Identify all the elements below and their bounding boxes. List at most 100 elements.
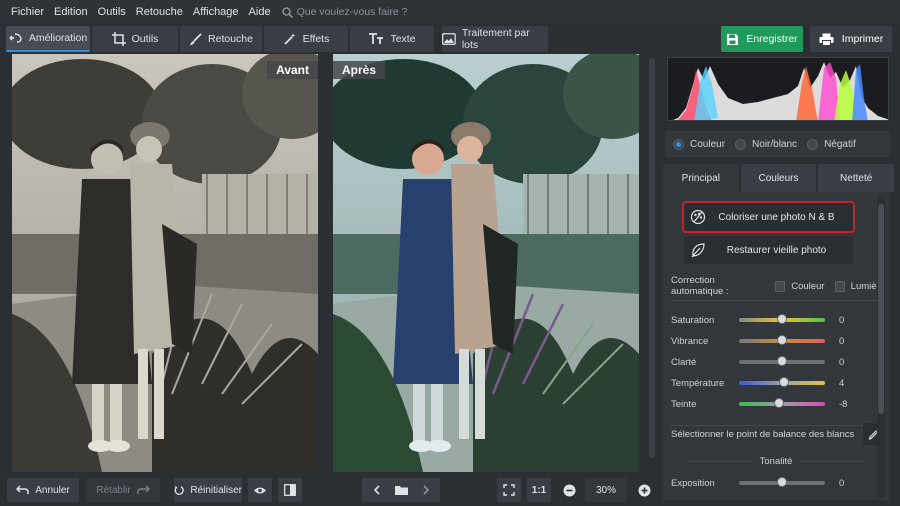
tab-amelioration[interactable]: Amélioration bbox=[6, 26, 90, 52]
colorize-icon bbox=[690, 209, 706, 225]
actual-size-label: 1:1 bbox=[531, 484, 547, 496]
exposure-knob[interactable] bbox=[777, 477, 787, 487]
photo-before-image bbox=[12, 54, 318, 472]
menu-search[interactable]: Que voulez-vous faire ? bbox=[281, 6, 408, 18]
vibrance-value: 0 bbox=[839, 335, 845, 347]
magic-wand-icon bbox=[284, 33, 296, 45]
undo-label: Annuler bbox=[35, 484, 70, 496]
clarity-slider[interactable]: Clarté 0 bbox=[671, 355, 885, 369]
save-label: Enregistrer bbox=[746, 33, 798, 45]
saturation-track[interactable] bbox=[739, 314, 825, 324]
radio-negatif-indicator bbox=[807, 138, 819, 150]
temperature-value: 4 bbox=[839, 377, 845, 389]
panel-scrollbar[interactable] bbox=[877, 196, 885, 498]
exposure-slider[interactable]: Exposition 0 bbox=[671, 476, 885, 490]
auto-light-checkbox[interactable] bbox=[834, 280, 845, 292]
temperature-track[interactable] bbox=[739, 377, 825, 387]
crop-icon bbox=[111, 32, 126, 46]
folder-icon[interactable] bbox=[394, 485, 408, 495]
vibrance-track[interactable] bbox=[739, 335, 825, 345]
tab-effets[interactable]: Effets bbox=[264, 26, 348, 52]
redo-button[interactable]: Rétablir bbox=[86, 478, 160, 502]
tab-outils[interactable]: Outils bbox=[92, 26, 178, 52]
compare-view-button[interactable] bbox=[278, 478, 302, 502]
auto-color-label: Couleur bbox=[791, 280, 825, 292]
saturation-slider[interactable]: Saturation 0 bbox=[671, 313, 885, 327]
temperature-slider[interactable]: Température 4 bbox=[671, 376, 885, 390]
exposure-track[interactable] bbox=[739, 477, 825, 487]
after-label: Après bbox=[333, 61, 386, 79]
image-stack-icon bbox=[442, 33, 456, 45]
saturation-value: 0 bbox=[839, 314, 845, 326]
menu-retouche[interactable]: Retouche bbox=[131, 6, 188, 18]
clarity-track[interactable] bbox=[739, 356, 825, 366]
menu-outils[interactable]: Outils bbox=[93, 6, 131, 18]
print-button[interactable]: Imprimer bbox=[810, 26, 892, 52]
actual-size-button[interactable]: 1:1 bbox=[527, 478, 551, 502]
main-toolbar: Amélioration Outils Retouche Effets Text… bbox=[0, 24, 900, 54]
adjustment-panel: Couleur Noir/blanc Négatif Principal Cou… bbox=[662, 54, 895, 506]
clarity-knob[interactable] bbox=[777, 356, 787, 366]
tab-outils-label: Outils bbox=[131, 33, 159, 45]
zoom-in-button[interactable] bbox=[632, 478, 656, 502]
tab-nettete[interactable]: Netteté bbox=[818, 164, 895, 192]
batch-processing-button[interactable]: Traitement par lots bbox=[442, 26, 548, 52]
reset-label: Réinitialiser bbox=[190, 484, 242, 496]
print-label: Imprimer bbox=[841, 33, 884, 45]
auto-correction-label: Correction automatique : bbox=[671, 275, 729, 297]
zoom-level[interactable]: 30% bbox=[585, 478, 627, 502]
zoom-level-value: 30% bbox=[595, 484, 616, 496]
preview-eye-button[interactable] bbox=[248, 478, 272, 502]
workspace-scrollbar[interactable] bbox=[648, 54, 656, 472]
before-label: Avant bbox=[267, 61, 318, 79]
auto-color-checkbox[interactable] bbox=[775, 280, 786, 292]
tab-effets-label: Effets bbox=[302, 33, 330, 45]
radio-couleur-label: Couleur bbox=[690, 138, 726, 150]
reset-button[interactable]: Réinitialiser bbox=[174, 478, 242, 502]
radio-noir-blanc-indicator bbox=[735, 138, 747, 150]
undo-button[interactable]: Annuler bbox=[7, 478, 79, 502]
photo-before: Avant bbox=[12, 54, 318, 472]
tint-knob[interactable] bbox=[773, 398, 784, 408]
radio-negatif[interactable]: Négatif bbox=[807, 138, 856, 150]
colorize-bw-button[interactable]: Coloriser une photo N & B bbox=[682, 201, 855, 233]
workspace-scroll-thumb[interactable] bbox=[649, 58, 655, 458]
radio-noir-blanc-label: Noir/blanc bbox=[752, 138, 798, 150]
histogram-graph bbox=[673, 62, 888, 120]
restore-old-photo-button[interactable]: Restaurer vieille photo bbox=[684, 236, 853, 264]
histogram bbox=[667, 57, 889, 121]
file-navigation bbox=[362, 478, 440, 502]
tab-principal[interactable]: Principal bbox=[663, 164, 739, 192]
enhance-icon bbox=[9, 33, 22, 43]
vibrance-slider[interactable]: Vibrance 0 bbox=[671, 334, 885, 348]
menu-aide[interactable]: Aide bbox=[244, 6, 276, 18]
search-placeholder: Que voulez-vous faire ? bbox=[296, 6, 408, 18]
menu-fichier[interactable]: Fichier bbox=[6, 6, 49, 18]
tab-couleurs[interactable]: Couleurs bbox=[740, 164, 817, 192]
temperature-label: Température bbox=[671, 377, 725, 389]
radio-noir-blanc[interactable]: Noir/blanc bbox=[735, 138, 798, 150]
redo-icon bbox=[136, 485, 150, 494]
menu-affichage[interactable]: Affichage bbox=[188, 6, 244, 18]
saturation-knob[interactable] bbox=[777, 314, 787, 324]
chevron-left-icon[interactable] bbox=[373, 485, 381, 495]
tab-texte[interactable]: Texte bbox=[350, 26, 434, 52]
panel-principal-content: Coloriser une photo N & B Restaurer viei… bbox=[663, 192, 889, 500]
vibrance-knob[interactable] bbox=[777, 335, 787, 345]
tonality-header: Tonalité bbox=[662, 456, 890, 467]
tint-slider[interactable]: Teinte -8 bbox=[671, 397, 885, 411]
tint-track[interactable] bbox=[739, 398, 825, 408]
bottom-toolbar: Annuler Rétablir Réinitialiser 1:1 30% bbox=[0, 472, 660, 506]
zoom-out-button[interactable] bbox=[557, 478, 581, 502]
radio-couleur[interactable]: Couleur bbox=[673, 138, 726, 150]
menu-edition[interactable]: Edition bbox=[49, 6, 93, 18]
save-button[interactable]: Enregistrer bbox=[721, 26, 803, 52]
panel-scroll-thumb[interactable] bbox=[878, 204, 884, 414]
radio-negatif-label: Négatif bbox=[824, 138, 856, 150]
temperature-knob[interactable] bbox=[778, 377, 789, 387]
fit-to-screen-button[interactable] bbox=[497, 478, 521, 502]
search-icon bbox=[281, 6, 293, 18]
tab-retouche[interactable]: Retouche bbox=[180, 26, 262, 52]
chevron-right-icon[interactable] bbox=[422, 485, 430, 495]
vibrance-label: Vibrance bbox=[671, 335, 709, 347]
